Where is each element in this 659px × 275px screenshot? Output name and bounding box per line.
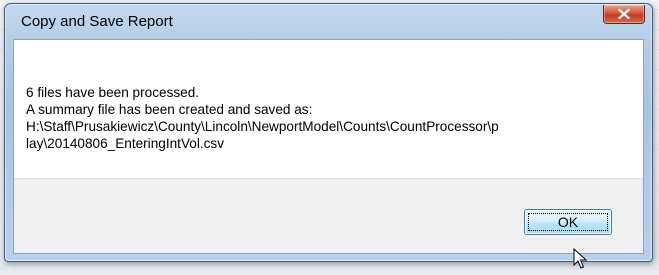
title-bar[interactable]: Copy and Save Report: [5, 4, 652, 39]
ok-button-label: OK: [557, 214, 579, 230]
message-text: 6 files have been processed. A summary f…: [26, 84, 634, 152]
ok-button[interactable]: OK: [524, 209, 612, 235]
message-line-path: H:\Staff\Prusakiewicz\County\Lincoln\New…: [26, 119, 499, 134]
mouse-pointer-icon: [573, 247, 589, 270]
close-icon: [618, 9, 630, 19]
message-line-summary: A summary file has been created and save…: [26, 102, 313, 117]
dialog-title: Copy and Save Report: [21, 13, 173, 30]
message-line-path-continued: lay\20140806_EnteringIntVol.csv: [26, 136, 225, 151]
copy-save-report-dialog: Copy and Save Report 6 files have been p…: [4, 3, 653, 262]
button-footer: OK: [14, 178, 643, 253]
message-line-processed: 6 files have been processed.: [26, 85, 200, 100]
dialog-content: 6 files have been processed. A summary f…: [13, 39, 644, 254]
close-button[interactable]: [603, 5, 645, 24]
